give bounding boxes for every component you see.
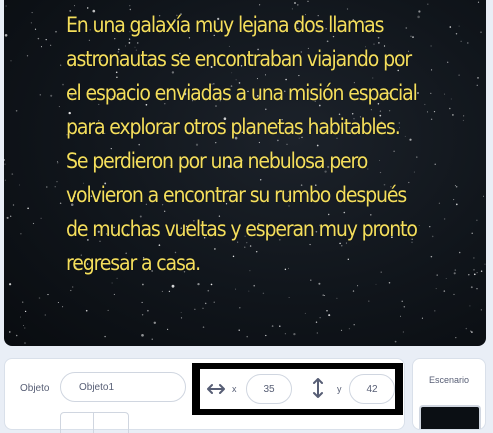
position-fields: x y [192,363,403,415]
sprite-label: Objeto [20,383,50,394]
x-position-input[interactable] [246,374,292,404]
sprite-info-panel: Objeto x y [4,358,405,433]
stage-canvas[interactable]: En una galaxía muy lejana dos llamas ast… [4,0,486,346]
stage-selector-panel[interactable]: Escenario [412,358,486,430]
story-text: En una galaxía muy lejana dos llamas ast… [66,13,418,276]
position-fields-box: x y [200,369,395,409]
vertical-arrows-icon [312,378,324,403]
y-label: y [337,384,342,394]
sprite-name-input[interactable] [60,372,186,402]
y-position-input[interactable] [349,374,395,404]
stage-thumbnail[interactable] [419,405,481,429]
horizontal-arrows-icon [207,382,225,400]
toggle-divider [93,413,94,433]
visibility-toggle-group[interactable] [60,412,129,433]
stage-selector-label: Escenario [428,375,470,385]
x-label: x [232,384,237,394]
